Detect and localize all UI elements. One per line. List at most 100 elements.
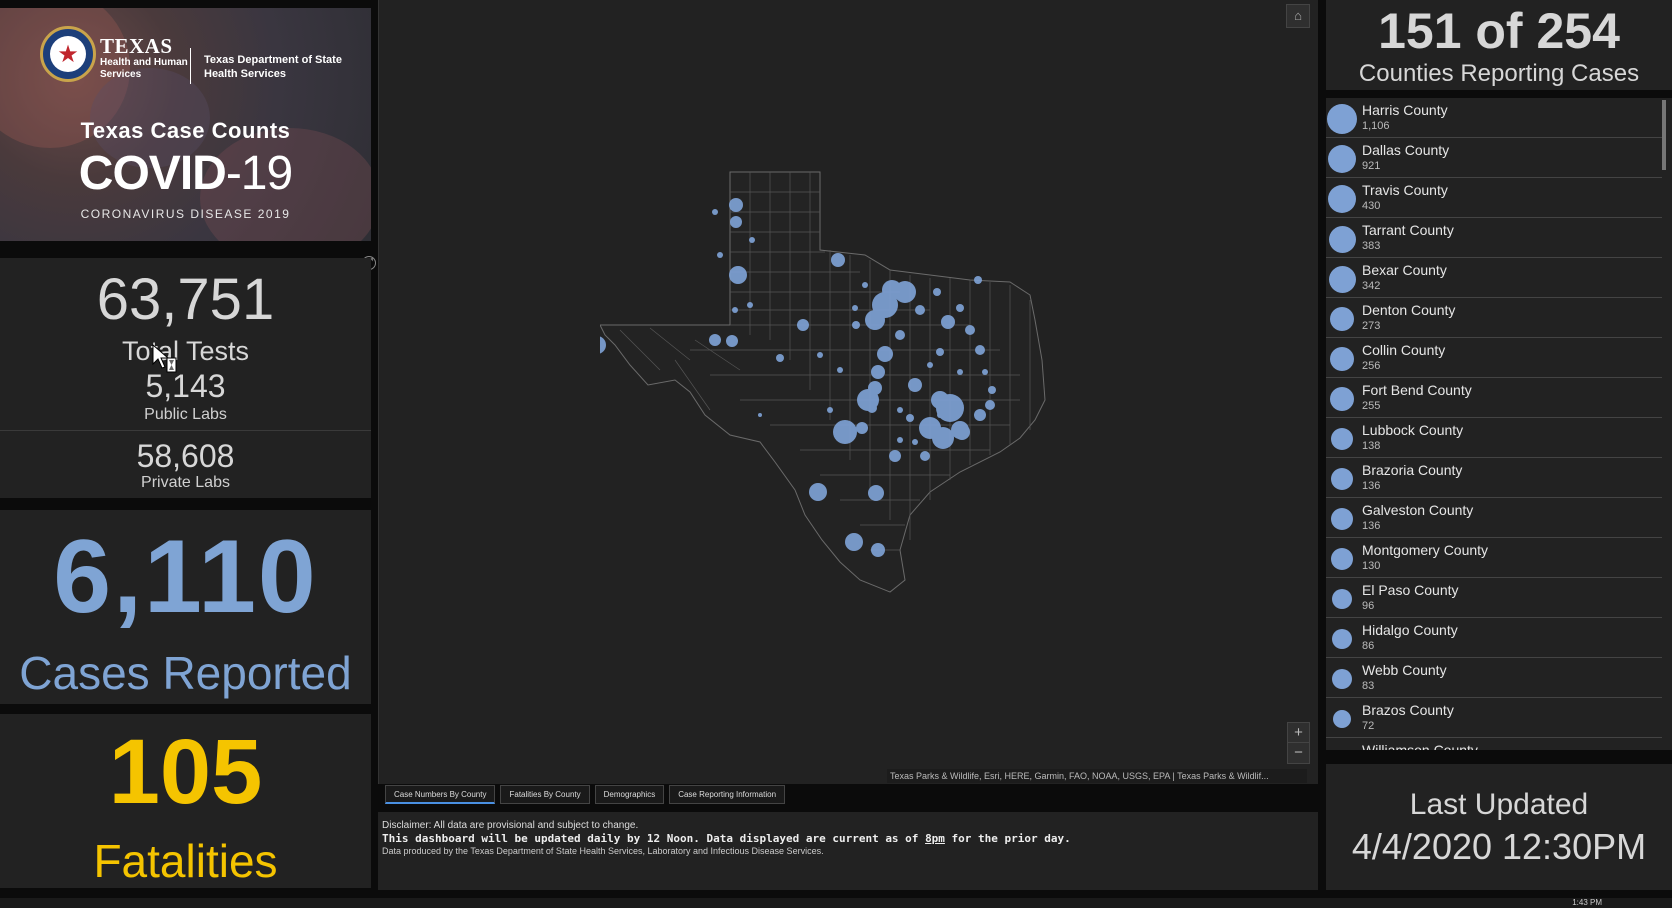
county-name: Brazos County bbox=[1362, 702, 1454, 718]
list-item[interactable]: Hidalgo County 86 bbox=[1326, 618, 1662, 658]
list-item[interactable]: Brazoria County 136 bbox=[1326, 458, 1662, 498]
total-tests-value: 63,751 bbox=[96, 267, 275, 332]
county-name: Fort Bend County bbox=[1362, 382, 1472, 398]
county-name: El Paso County bbox=[1362, 582, 1459, 598]
county-case-count: 342 bbox=[1362, 280, 1381, 292]
list-item[interactable]: Webb County 83 bbox=[1326, 658, 1662, 698]
county-name: Lubbock County bbox=[1362, 422, 1464, 438]
case-bubble-icon bbox=[1328, 185, 1356, 213]
tab-demographics[interactable]: Demographics bbox=[594, 785, 665, 804]
org-texas: TEXAS bbox=[100, 34, 173, 58]
county-case-count: 130 bbox=[1362, 560, 1381, 572]
hhs-seal-icon: ★ bbox=[40, 26, 96, 82]
texas-outline bbox=[600, 171, 1046, 593]
county-name: Bexar County bbox=[1362, 262, 1447, 278]
disclaimer-line-2-pre: This dashboard will be updated daily by … bbox=[382, 832, 926, 845]
fatalities-label: Fatalities bbox=[93, 835, 278, 887]
list-item[interactable]: Fort Bend County 255 bbox=[1326, 378, 1662, 418]
tests-card: 63,751 Total Tests 5,143 Public Labs 58,… bbox=[0, 258, 371, 498]
county-case-count: 273 bbox=[1362, 320, 1381, 332]
disclaimer-line-3: Data produced by the Texas Department of… bbox=[382, 846, 824, 856]
disclaimer-time: 8pm bbox=[925, 832, 945, 845]
counties-reporting-value: 151 of 254 bbox=[1378, 3, 1620, 59]
county-name: Hidalgo County bbox=[1362, 622, 1458, 638]
map-attribution[interactable]: Texas Parks & Wildlife, Esri, HERE, Garm… bbox=[887, 769, 1307, 783]
dashboard: ★ TEXAS Health and Human Services Texas … bbox=[0, 0, 1672, 908]
county-case-count: 255 bbox=[1362, 400, 1381, 412]
public-labs-value: 5,143 bbox=[145, 368, 226, 404]
zoom-control: + − bbox=[1287, 722, 1310, 764]
tab-case-numbers[interactable]: Case Numbers By County bbox=[385, 785, 496, 804]
zoom-out-button[interactable]: − bbox=[1288, 743, 1309, 763]
case-bubble-icon bbox=[1332, 589, 1352, 609]
list-item[interactable]: Travis County 430 bbox=[1326, 178, 1662, 218]
list-item[interactable]: Collin County 256 bbox=[1326, 338, 1662, 378]
tab-case-reporting-info[interactable]: Case Reporting Information bbox=[669, 785, 786, 804]
zoom-in-button[interactable]: + bbox=[1288, 723, 1309, 743]
taskbar: 1:43 PM bbox=[0, 898, 1672, 908]
county-case-count: 256 bbox=[1362, 360, 1381, 372]
private-labs-value: 58,608 bbox=[136, 438, 235, 474]
counties-reporting-card: 151 of 254 Counties Reporting Cases bbox=[1326, 0, 1672, 90]
list-item[interactable]: El Paso County 96 bbox=[1326, 578, 1662, 618]
case-bubble-icon bbox=[1327, 104, 1357, 134]
county-name: Tarrant County bbox=[1362, 222, 1454, 238]
banner-subtitle: Texas Case Counts bbox=[80, 118, 291, 143]
county-case-count: 138 bbox=[1362, 440, 1381, 452]
map-tabs: Case Numbers By County Fatalities By Cou… bbox=[385, 785, 786, 805]
county-case-count: 86 bbox=[1362, 640, 1375, 652]
banner-title-suffix: -19 bbox=[225, 147, 293, 200]
county-case-count: 921 bbox=[1362, 160, 1381, 172]
county-name: Travis County bbox=[1362, 182, 1448, 198]
private-labs-label: Private Labs bbox=[141, 474, 230, 491]
list-item[interactable]: Williamson County bbox=[1326, 738, 1662, 750]
county-name: Denton County bbox=[1362, 302, 1456, 318]
banner-title-main: COVID bbox=[78, 147, 227, 200]
disclaimer-line-2-post: for the prior day. bbox=[944, 832, 1071, 845]
logo-divider bbox=[190, 48, 191, 84]
banner-title: COVID-19 bbox=[0, 146, 371, 201]
list-item[interactable]: Dallas County 921 bbox=[1326, 138, 1662, 178]
list-item[interactable]: Harris County 1,106 bbox=[1326, 98, 1662, 138]
cases-card: 6,110 Cases Reported bbox=[0, 510, 371, 704]
fatalities-card: 105 Fatalities bbox=[0, 714, 371, 888]
case-bubble-icon bbox=[1331, 508, 1353, 530]
case-bubble-icon bbox=[1331, 428, 1353, 450]
county-list[interactable]: Harris County 1,106 Dallas County 921 Travis… bbox=[1326, 98, 1672, 750]
county-name: Harris County bbox=[1362, 102, 1448, 118]
county-name: Brazoria County bbox=[1362, 462, 1463, 478]
disclaimer-panel: Disclaimer: All data are provisional and… bbox=[378, 812, 1318, 890]
county-case-count: 1,106 bbox=[1362, 120, 1390, 132]
list-item[interactable]: Bexar County 342 bbox=[1326, 258, 1662, 298]
list-item[interactable]: Montgomery County 130 bbox=[1326, 538, 1662, 578]
home-button[interactable]: ⌂ bbox=[1286, 4, 1310, 28]
county-list-scrollbar[interactable] bbox=[1662, 100, 1666, 170]
tests-divider bbox=[0, 430, 371, 431]
disclaimer-line-2: This dashboard will be updated daily by … bbox=[382, 832, 1314, 845]
list-item[interactable]: Brazos County 72 bbox=[1326, 698, 1662, 738]
case-bubble-icon bbox=[1328, 265, 1356, 293]
taskbar-clock: 1:43 PM bbox=[1572, 898, 1602, 907]
case-bubble-icon bbox=[1328, 225, 1356, 253]
county-name: Williamson County bbox=[1362, 742, 1478, 750]
county-case-count: 383 bbox=[1362, 240, 1381, 252]
org-dshs: Texas Department of State Health Service… bbox=[204, 54, 342, 80]
county-name: Montgomery County bbox=[1362, 542, 1489, 558]
county-case-count: 72 bbox=[1362, 720, 1375, 732]
list-item[interactable]: Galveston County 136 bbox=[1326, 498, 1662, 538]
case-bubble-icon bbox=[1330, 387, 1354, 411]
list-item[interactable]: Lubbock County 138 bbox=[1326, 418, 1662, 458]
header-banner: ★ TEXAS Health and Human Services Texas … bbox=[0, 8, 371, 241]
list-item[interactable]: Denton County 273 bbox=[1326, 298, 1662, 338]
case-bubble-icon bbox=[1330, 347, 1354, 371]
case-bubble-icon bbox=[1330, 307, 1354, 331]
county-case-count: 430 bbox=[1362, 200, 1381, 212]
county-name: Dallas County bbox=[1362, 142, 1450, 158]
tab-fatalities[interactable]: Fatalities By County bbox=[500, 785, 590, 804]
case-bubble-icon bbox=[1331, 468, 1353, 490]
texas-map[interactable] bbox=[600, 160, 1080, 610]
county-name: Galveston County bbox=[1362, 502, 1474, 518]
counties-reporting-label: Counties Reporting Cases bbox=[1358, 60, 1640, 87]
list-item[interactable]: Tarrant County 383 bbox=[1326, 218, 1662, 258]
cases-value: 6,110 bbox=[53, 519, 318, 635]
